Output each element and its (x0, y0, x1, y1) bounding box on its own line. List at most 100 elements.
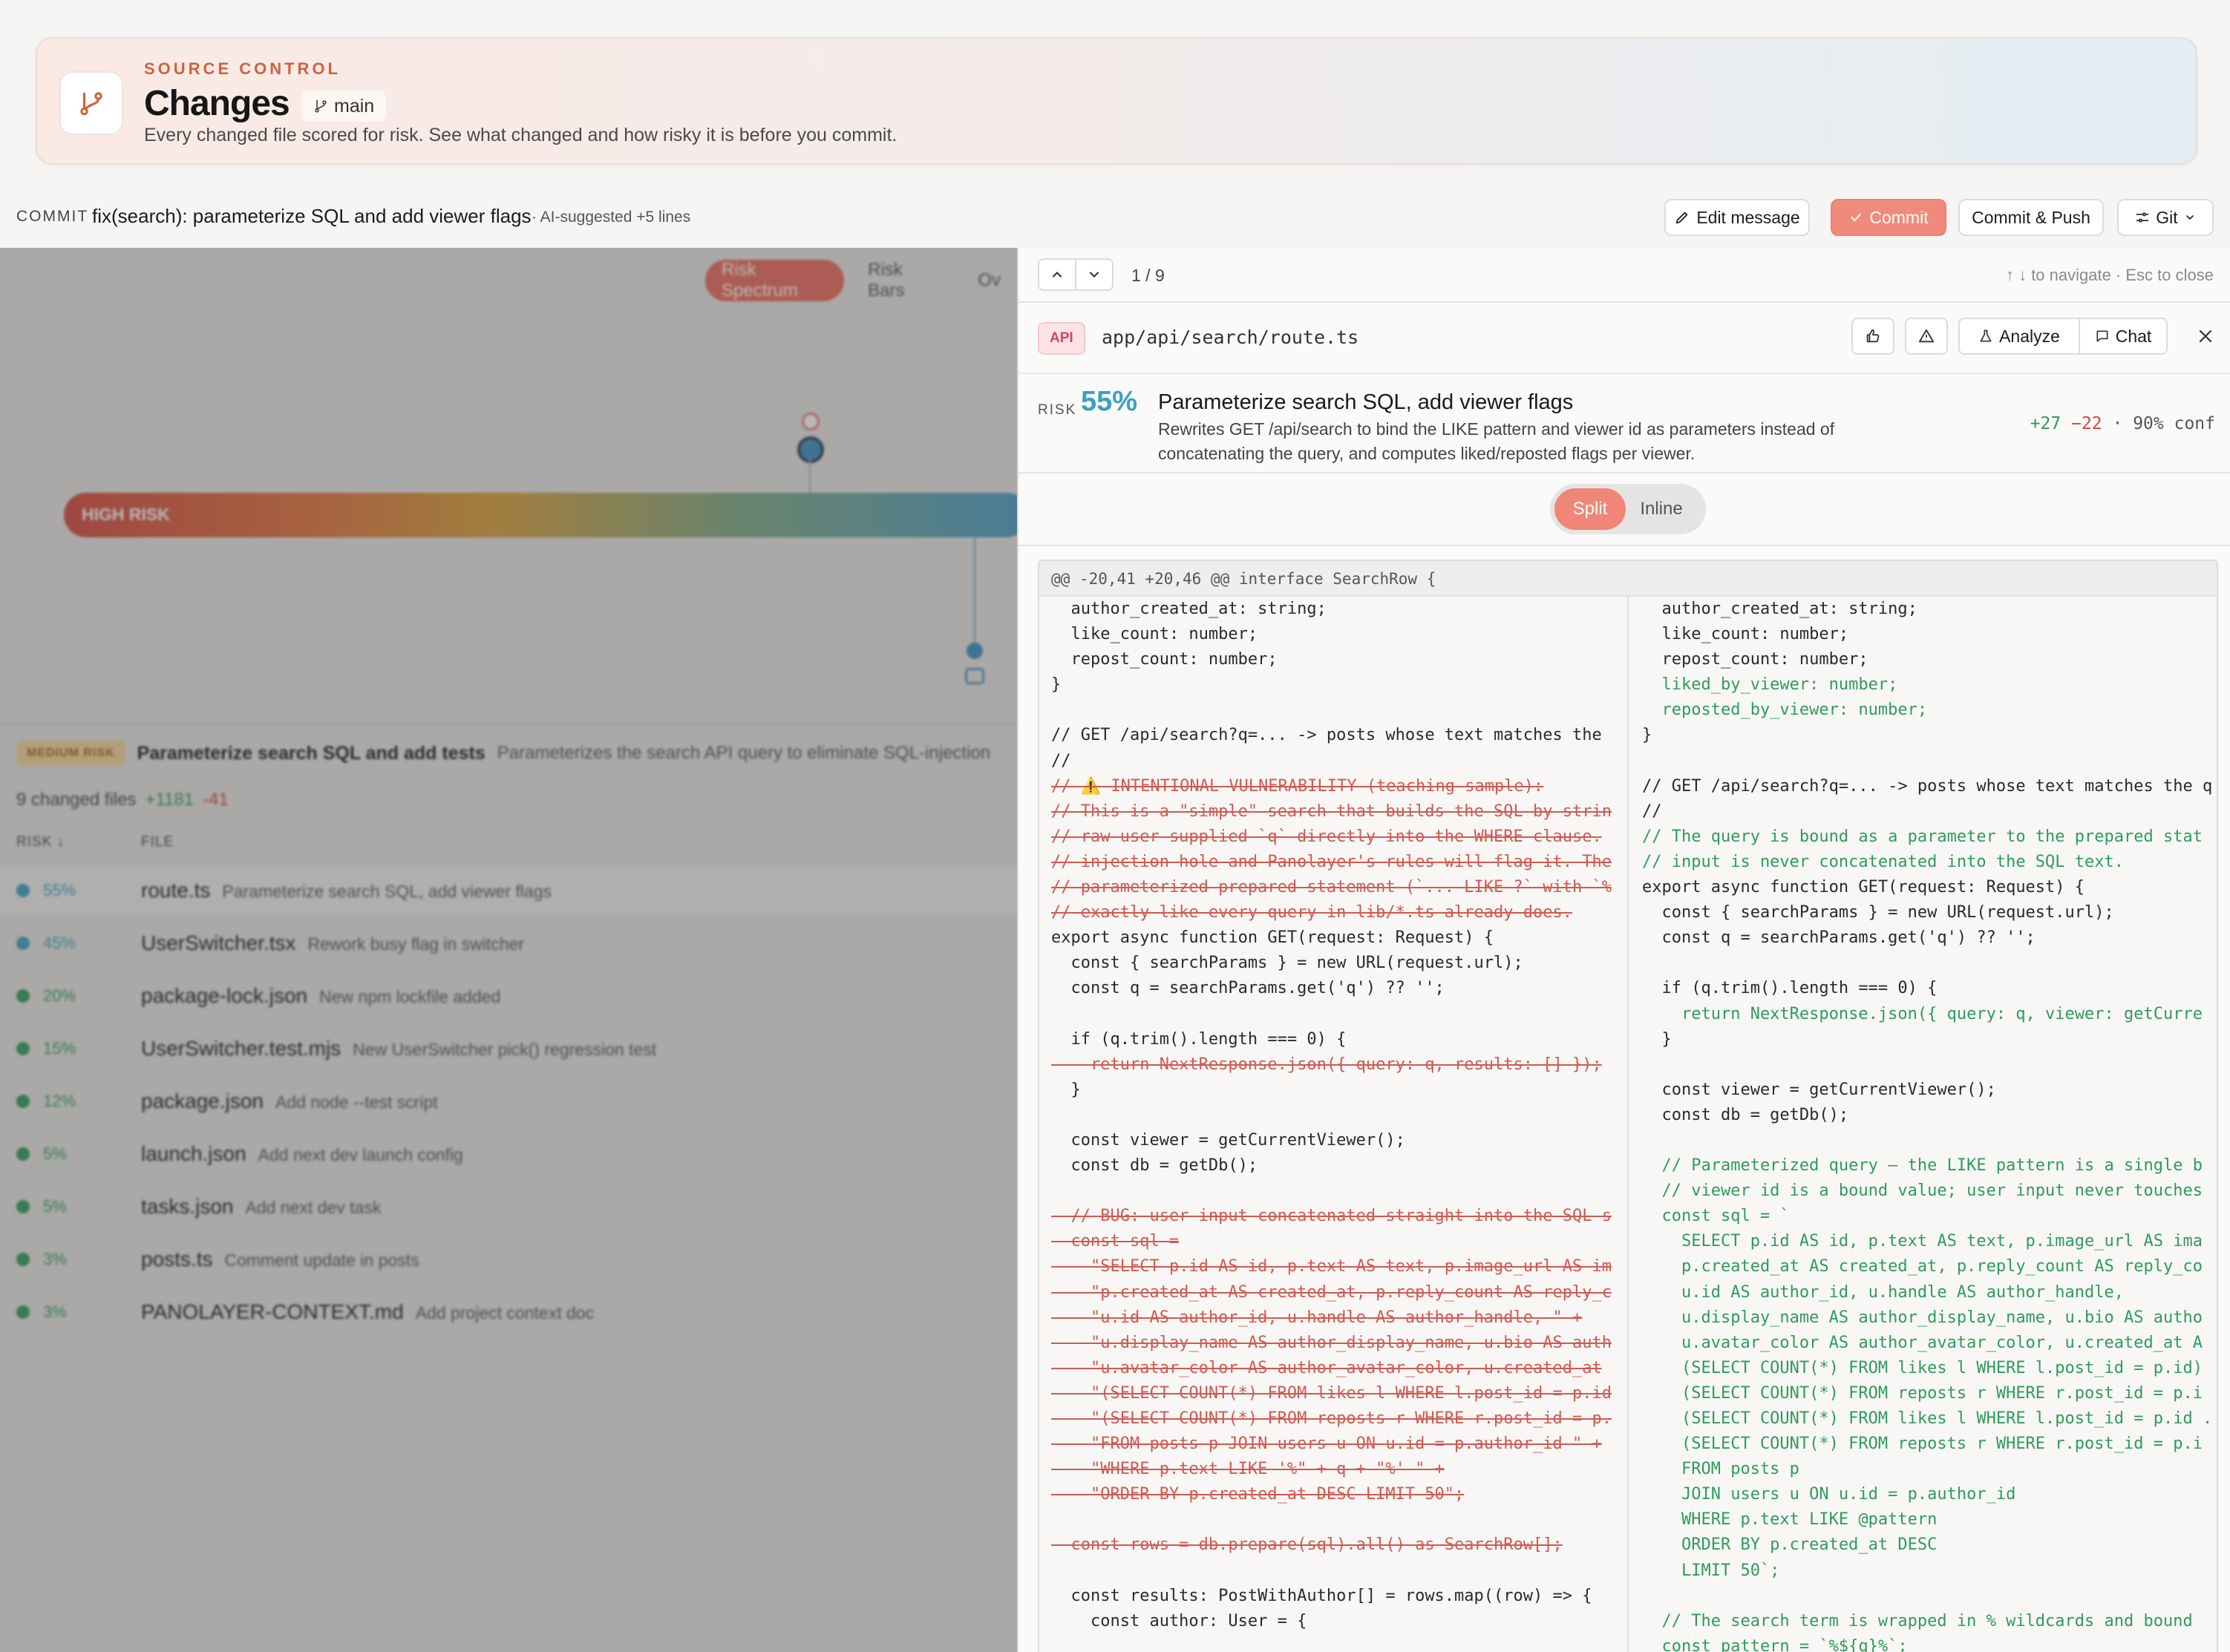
diff-viewer: @@ -20,41 +20,46 @@ interface SearchRow … (1038, 560, 2218, 1652)
context-line: like_count: number; (1051, 625, 1258, 644)
context-line (1039, 1507, 1627, 1533)
navigation-hint: ↑ ↓ to navigate · Esc to close (2005, 266, 2214, 284)
risk-percentage: 55% (1081, 386, 1138, 417)
change-stats: +27 −22 · 90% conf (2030, 414, 2215, 433)
analyze-button[interactable]: Analyze (1958, 318, 2080, 355)
context-line (1630, 749, 2217, 774)
context-line: const viewer = getCurrentViewer(); (1051, 1130, 1405, 1150)
git-menu-button[interactable]: Git (2117, 199, 2214, 236)
context-line: } (1642, 1029, 1672, 1049)
context-line: if (q.trim().length === 0) { (1642, 979, 1938, 998)
chevron-down-icon (2185, 215, 2194, 220)
context-line: // (1051, 751, 1071, 770)
context-line: export async function GET(request: Reque… (1642, 878, 2085, 897)
branch-name: main (334, 95, 375, 117)
commit-message[interactable]: fix(search): parameterize SQL and add vi… (92, 205, 532, 228)
removed-line: "SELECT p.id AS id, p.text AS text, p.im… (1051, 1257, 1612, 1276)
header-card: SOURCE CONTROL Changes main Every change… (36, 37, 2197, 165)
added-line: // input is never concatenated into the … (1642, 852, 2125, 871)
added-line: u.avatar_color AS author_avatar_color, u… (1642, 1333, 2203, 1352)
added-line: FROM posts p (1642, 1460, 1799, 1479)
added-line: WHERE p.text LIKE @pattern (1642, 1510, 1938, 1530)
warning-icon (1918, 329, 1935, 343)
added-line: ORDER BY p.created_at DESC (1642, 1535, 1938, 1555)
context-line: const results: PostWithAuthor[] = rows.m… (1051, 1586, 1592, 1605)
removed-line: const sql = (1051, 1232, 1180, 1251)
added-line: const pattern = `%${q}%`; (1642, 1636, 1908, 1652)
context-line (1630, 951, 2217, 976)
added-line: // The query is bound as a parameter to … (1642, 827, 2203, 846)
added-line: p.created_at AS created_at, p.reply_coun… (1642, 1257, 2203, 1276)
context-line (1039, 1179, 1627, 1204)
diff-new-column: author_created_at: string; like_count: n… (1630, 597, 2217, 1652)
thumbs-up-icon (1866, 329, 1880, 343)
commit-label: COMMIT (16, 208, 89, 225)
commit-push-button[interactable]: Commit & Push (1958, 199, 2104, 236)
check-icon (1851, 213, 1862, 222)
added-line: // viewer id is a bound value; user inpu… (1642, 1181, 2203, 1201)
added-line: (SELECT COUNT(*) FROM likes l WHERE l.po… (1642, 1409, 2213, 1428)
added-line: (SELECT COUNT(*) FROM reposts r WHERE r.… (1642, 1435, 2203, 1454)
context-line: // (1642, 802, 1662, 821)
removed-line: "(SELECT COUNT(*) FROM likes l WHERE l.p… (1051, 1383, 1612, 1403)
risk-overview-panel: Risk Spectrum Risk Bars Ov HIGH RISK MED… (0, 248, 1017, 1652)
chat-button[interactable]: Chat (2079, 318, 2168, 355)
context-line: // GET /api/search?q=... -> posts whose … (1051, 726, 1602, 745)
removed-line: // ⚠️ INTENTIONAL VULNERABILITY (teachin… (1051, 776, 1544, 796)
removed-line: "p.created_at AS created_at, p.reply_cou… (1051, 1282, 1612, 1302)
removed-line: "u.id AS author_id, u.handle AS author_h… (1051, 1308, 1583, 1327)
flag-issue-button[interactable] (1905, 318, 1948, 355)
file-detail-panel: 1 / 9 ↑ ↓ to navigate · Esc to close API… (1017, 248, 2230, 1652)
added-line: SELECT p.id AS id, p.text AS text, p.ima… (1642, 1232, 2203, 1251)
risk-summary: RISK 55% Parameterize search SQL, add vi… (1018, 373, 2230, 473)
close-icon[interactable] (2194, 325, 2217, 347)
change-description: Rewrites GET /api/search to bind the LIK… (1158, 419, 1835, 463)
next-file-button[interactable] (1075, 258, 1114, 291)
added-line: LIMIT 50`; (1642, 1561, 1780, 1580)
analyze-label: Analyze (1999, 326, 2060, 346)
source-control-icon (59, 71, 123, 135)
thumbs-up-button[interactable] (1851, 318, 1894, 355)
context-line: author_created_at: string; (1051, 600, 1327, 618)
split-view-button[interactable]: Split (1554, 488, 1626, 530)
branch-chip[interactable]: main (301, 91, 387, 122)
commit-bar: COMMIT fix(search): parameterize SQL and… (0, 187, 2230, 248)
added-line: // Parameterized query — the LIKE patter… (1642, 1156, 2203, 1176)
inline-view-button[interactable]: Inline (1626, 488, 1697, 530)
context-line (1039, 1103, 1627, 1128)
file-position: 1 / 9 (1131, 266, 1165, 285)
added-line: const sql = ` (1642, 1207, 1790, 1226)
additions-count: +27 (2030, 414, 2061, 433)
removed-line: return NextResponse.json({ query: q, res… (1051, 1055, 1602, 1074)
commit-button-label: Commit (1869, 207, 1929, 227)
edit-message-button[interactable]: Edit message (1664, 199, 1810, 236)
pencil-icon (1676, 212, 1688, 224)
sliders-icon (2136, 212, 2149, 223)
modal-backdrop[interactable] (0, 248, 1017, 1652)
previous-file-button[interactable] (1038, 258, 1076, 291)
context-line: export async function GET(request: Reque… (1051, 928, 1494, 948)
branch-icon (315, 99, 327, 113)
context-line: } (1642, 726, 1652, 745)
context-line (1039, 698, 1627, 723)
context-line (1630, 1128, 2217, 1153)
removed-line: "ORDER BY p.created_at DESC LIMIT 50"; (1051, 1485, 1465, 1504)
added-line: (SELECT COUNT(*) FROM reposts r WHERE r.… (1642, 1383, 2203, 1403)
detail-nav-bar: 1 / 9 ↑ ↓ to navigate · Esc to close (1018, 248, 2230, 303)
commit-button[interactable]: Commit (1831, 199, 1946, 236)
context-line (1630, 1052, 2217, 1078)
file-header: API app/api/search/route.ts Analyze Chat (1018, 303, 2230, 373)
context-line: const db = getDb(); (1642, 1105, 1849, 1124)
added-line: u.display_name AS author_display_name, u… (1642, 1308, 2203, 1327)
git-label: Git (2156, 207, 2178, 227)
removed-line: "(SELECT COUNT(*) FROM reposts r WHERE r… (1051, 1409, 1612, 1428)
added-line: u.id AS author_id, u.handle AS author_ha… (1642, 1282, 2125, 1302)
diff-view-toggle: Split Inline (1550, 484, 1706, 534)
header-kicker: SOURCE CONTROL (144, 59, 341, 78)
removed-line: "FROM posts p JOIN users u ON u.id = p.a… (1051, 1435, 1602, 1454)
context-line: repost_count: number; (1051, 650, 1278, 669)
header-subtitle: Every changed file scored for risk. See … (144, 125, 897, 145)
context-line: // GET /api/search?q=... -> posts whose … (1642, 776, 2213, 796)
removed-line: // This is a "simple" search that builds… (1051, 802, 1612, 821)
page-title: Changes (144, 84, 290, 123)
